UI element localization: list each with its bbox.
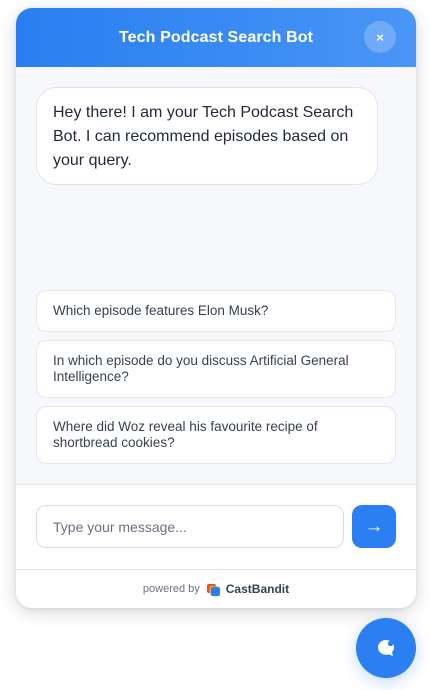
chat-title: Tech Podcast Search Bot [118,28,314,46]
close-icon: × [376,29,384,45]
message-input[interactable] [36,505,344,548]
chat-bubble-icon [378,640,394,656]
composer: → [16,485,416,569]
bot-message-text: Hey there! I am your Tech Podcast Search… [53,104,354,169]
powered-by-text: powered by [142,583,200,595]
bot-message-bubble: Hey there! I am your Tech Podcast Search… [36,87,378,185]
suggestion-text: Which episode features Elon Musk? [53,303,269,318]
suggestion-chip[interactable]: Which episode features Elon Musk? [36,290,396,332]
brand-name[interactable]: CastBandit [226,582,289,596]
chat-header: Tech Podcast Search Bot × [16,8,416,67]
castbandit-logo-icon [206,583,220,596]
close-button[interactable]: × [364,21,396,53]
suggestion-chip[interactable]: Where did Woz reveal his favourite recip… [36,406,396,464]
send-button[interactable]: → [352,505,396,548]
arrow-right-icon: → [364,515,384,537]
chat-window: Tech Podcast Search Bot × Hey there! I a… [16,8,416,608]
powered-by-footer: powered by CastBandit [16,570,416,608]
suggestion-text: Where did Woz reveal his favourite recip… [53,419,318,450]
suggestion-text: In which episode do you discuss Artifici… [53,353,349,384]
chat-launcher-button[interactable] [356,618,416,678]
suggestion-chip[interactable]: In which episode do you discuss Artifici… [36,340,396,398]
